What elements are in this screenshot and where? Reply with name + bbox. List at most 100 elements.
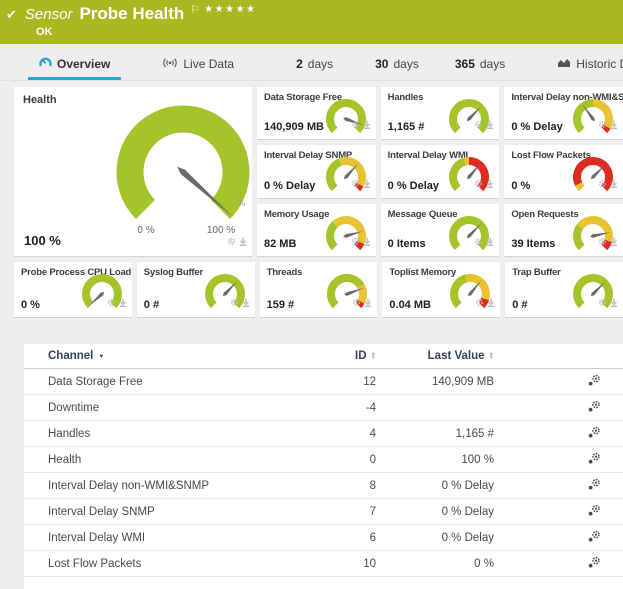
download-icon[interactable]	[364, 294, 372, 312]
priority-stars[interactable]: ★★★★★	[204, 4, 256, 15]
gear-icon[interactable]	[475, 294, 484, 312]
download-icon[interactable]	[610, 294, 618, 312]
check-icon: ✔	[6, 7, 17, 23]
channel-settings-icon[interactable]	[587, 556, 601, 572]
channel-name: Interval Delay WMI	[48, 532, 145, 544]
tab-days[interactable]: 30 days	[364, 50, 430, 80]
gauge-tile[interactable]: Interval Delay non-WMI&SNMP 0 % Delay	[504, 87, 623, 140]
broadcast-icon	[162, 57, 178, 71]
gear-icon[interactable]	[351, 233, 360, 251]
download-icon[interactable]	[610, 233, 618, 251]
gauge-tile[interactable]: Open Requests 39 Items	[504, 204, 623, 257]
gauge-title: Trap Buffer	[512, 267, 560, 278]
tab-historic-data[interactable]: Historic Data	[546, 50, 623, 80]
gauge-value: 0 #	[512, 299, 527, 311]
gauge-tile[interactable]: Trap Buffer 0 #	[505, 262, 623, 318]
channel-id: 0	[298, 454, 376, 466]
gauge-tile[interactable]: Lost Flow Packets 0 %	[504, 145, 623, 198]
channel-settings-icon[interactable]	[587, 504, 601, 520]
gauge-tile[interactable]: Message Queue 0 Items	[381, 204, 500, 257]
gear-icon[interactable]	[474, 233, 483, 251]
table-row: Interval Delay non-WMI&SNMP 8 0 % Delay	[24, 473, 623, 499]
gauge-icon	[39, 56, 52, 71]
health-gauge-card[interactable]: Health 0 % 100 % % 100 %	[14, 87, 252, 257]
gear-icon[interactable]	[351, 116, 360, 134]
channel-settings-icon[interactable]	[587, 426, 601, 442]
gauge-tile[interactable]: Data Storage Free 140,909 MB	[257, 87, 376, 140]
gear-icon[interactable]	[474, 175, 483, 193]
channel-table-body: Data Storage Free 12 140,909 MB Downtime…	[24, 369, 623, 577]
gauge-title: Syslog Buffer	[144, 267, 203, 278]
gauge-value: 0 Items	[388, 238, 426, 250]
gauge-tile[interactable]: Syslog Buffer 0 #	[137, 262, 255, 318]
health-unit-label: %	[238, 199, 245, 208]
gear-icon[interactable]	[227, 233, 236, 251]
health-scale-min: 0 %	[137, 225, 154, 236]
channel-name: Data Storage Free	[48, 376, 143, 388]
download-icon[interactable]	[119, 294, 127, 312]
channel-settings-icon[interactable]	[587, 452, 601, 468]
table-row: Interval Delay SNMP 7 0 % Delay	[24, 499, 623, 525]
table-row: Interval Delay WMI 6 0 % Delay	[24, 525, 623, 551]
tab-days[interactable]: 365 days	[444, 50, 516, 80]
download-icon[interactable]	[486, 116, 494, 134]
gear-icon[interactable]	[351, 175, 360, 193]
gauge-value: 0 %	[511, 180, 530, 192]
gear-icon[interactable]	[598, 294, 607, 312]
download-icon[interactable]	[363, 116, 371, 134]
download-icon[interactable]	[363, 175, 371, 193]
download-icon[interactable]	[486, 175, 494, 193]
tab-overview[interactable]: Overview	[28, 50, 121, 80]
gear-icon[interactable]	[474, 116, 483, 134]
channel-last-value: 0 % Delay	[376, 506, 494, 518]
download-icon[interactable]	[363, 233, 371, 251]
gear-icon[interactable]	[598, 116, 607, 134]
gauge-value: 159 #	[267, 299, 295, 311]
gear-icon[interactable]	[107, 294, 116, 312]
download-icon[interactable]	[487, 294, 495, 312]
status-badge: OK	[36, 26, 53, 38]
channel-settings-icon[interactable]	[587, 374, 601, 390]
gear-icon[interactable]	[598, 175, 607, 193]
overview-panel: Health 0 % 100 % % 100 % Data Storage Fr…	[0, 81, 623, 589]
download-icon[interactable]	[610, 175, 618, 193]
channel-settings-icon[interactable]	[587, 530, 601, 546]
column-header-id[interactable]: ID▲▼	[298, 350, 376, 362]
gauge-tile[interactable]: Threads 159 #	[260, 262, 378, 318]
channel-id: 6	[298, 532, 376, 544]
gauge-value: 0 % Delay	[264, 180, 315, 192]
gear-icon[interactable]	[352, 294, 361, 312]
gauge-value: 0 % Delay	[511, 121, 562, 133]
table-row: Data Storage Free 12 140,909 MB	[24, 369, 623, 395]
channel-id: 12	[298, 376, 376, 388]
column-header-last-value[interactable]: Last Value▲▼	[376, 350, 494, 362]
gauge-tile[interactable]: Toplist Memory 0.04 MB	[382, 262, 500, 318]
table-row: Lost Flow Packets 10 0 %	[24, 551, 623, 577]
channel-settings-icon[interactable]	[587, 478, 601, 494]
channel-id: 8	[298, 480, 376, 492]
download-icon[interactable]	[610, 116, 618, 134]
channel-settings-icon[interactable]	[587, 400, 601, 416]
gauge-tile[interactable]: Interval Delay SNMP 0 % Delay	[257, 145, 376, 198]
gear-icon[interactable]	[598, 233, 607, 251]
tab-live-data[interactable]: Live Data	[151, 50, 245, 80]
gauge-grid-top: Data Storage Free 140,909 MB Handles 1,1…	[257, 87, 623, 257]
tab-days[interactable]: 2 days	[285, 50, 344, 80]
gauge-tile[interactable]: Probe Process CPU Load 0 %	[14, 262, 132, 318]
sort-desc-icon: ▼	[98, 354, 104, 360]
gauge-tile[interactable]: Memory Usage 82 MB	[257, 204, 376, 257]
download-icon[interactable]	[242, 294, 250, 312]
gauge-value: 0 #	[144, 299, 159, 311]
download-icon[interactable]	[486, 233, 494, 251]
channel-name: Lost Flow Packets	[48, 558, 141, 570]
gauge-value: 0 %	[21, 299, 40, 311]
gauge-tile[interactable]: Interval Delay WMI 0 % Delay	[381, 145, 500, 198]
download-icon[interactable]	[239, 233, 247, 251]
gauge-grid-bottom: Probe Process CPU Load 0 % Syslog Buffer…	[14, 262, 623, 318]
table-row: Handles 4 1,165 #	[24, 421, 623, 447]
column-header-channel[interactable]: Channel ▼	[24, 350, 298, 362]
table-row: Health 0 100 %	[24, 447, 623, 473]
channel-name: Interval Delay SNMP	[48, 506, 155, 518]
gauge-tile[interactable]: Handles 1,165 #	[381, 87, 500, 140]
gear-icon[interactable]	[230, 294, 239, 312]
